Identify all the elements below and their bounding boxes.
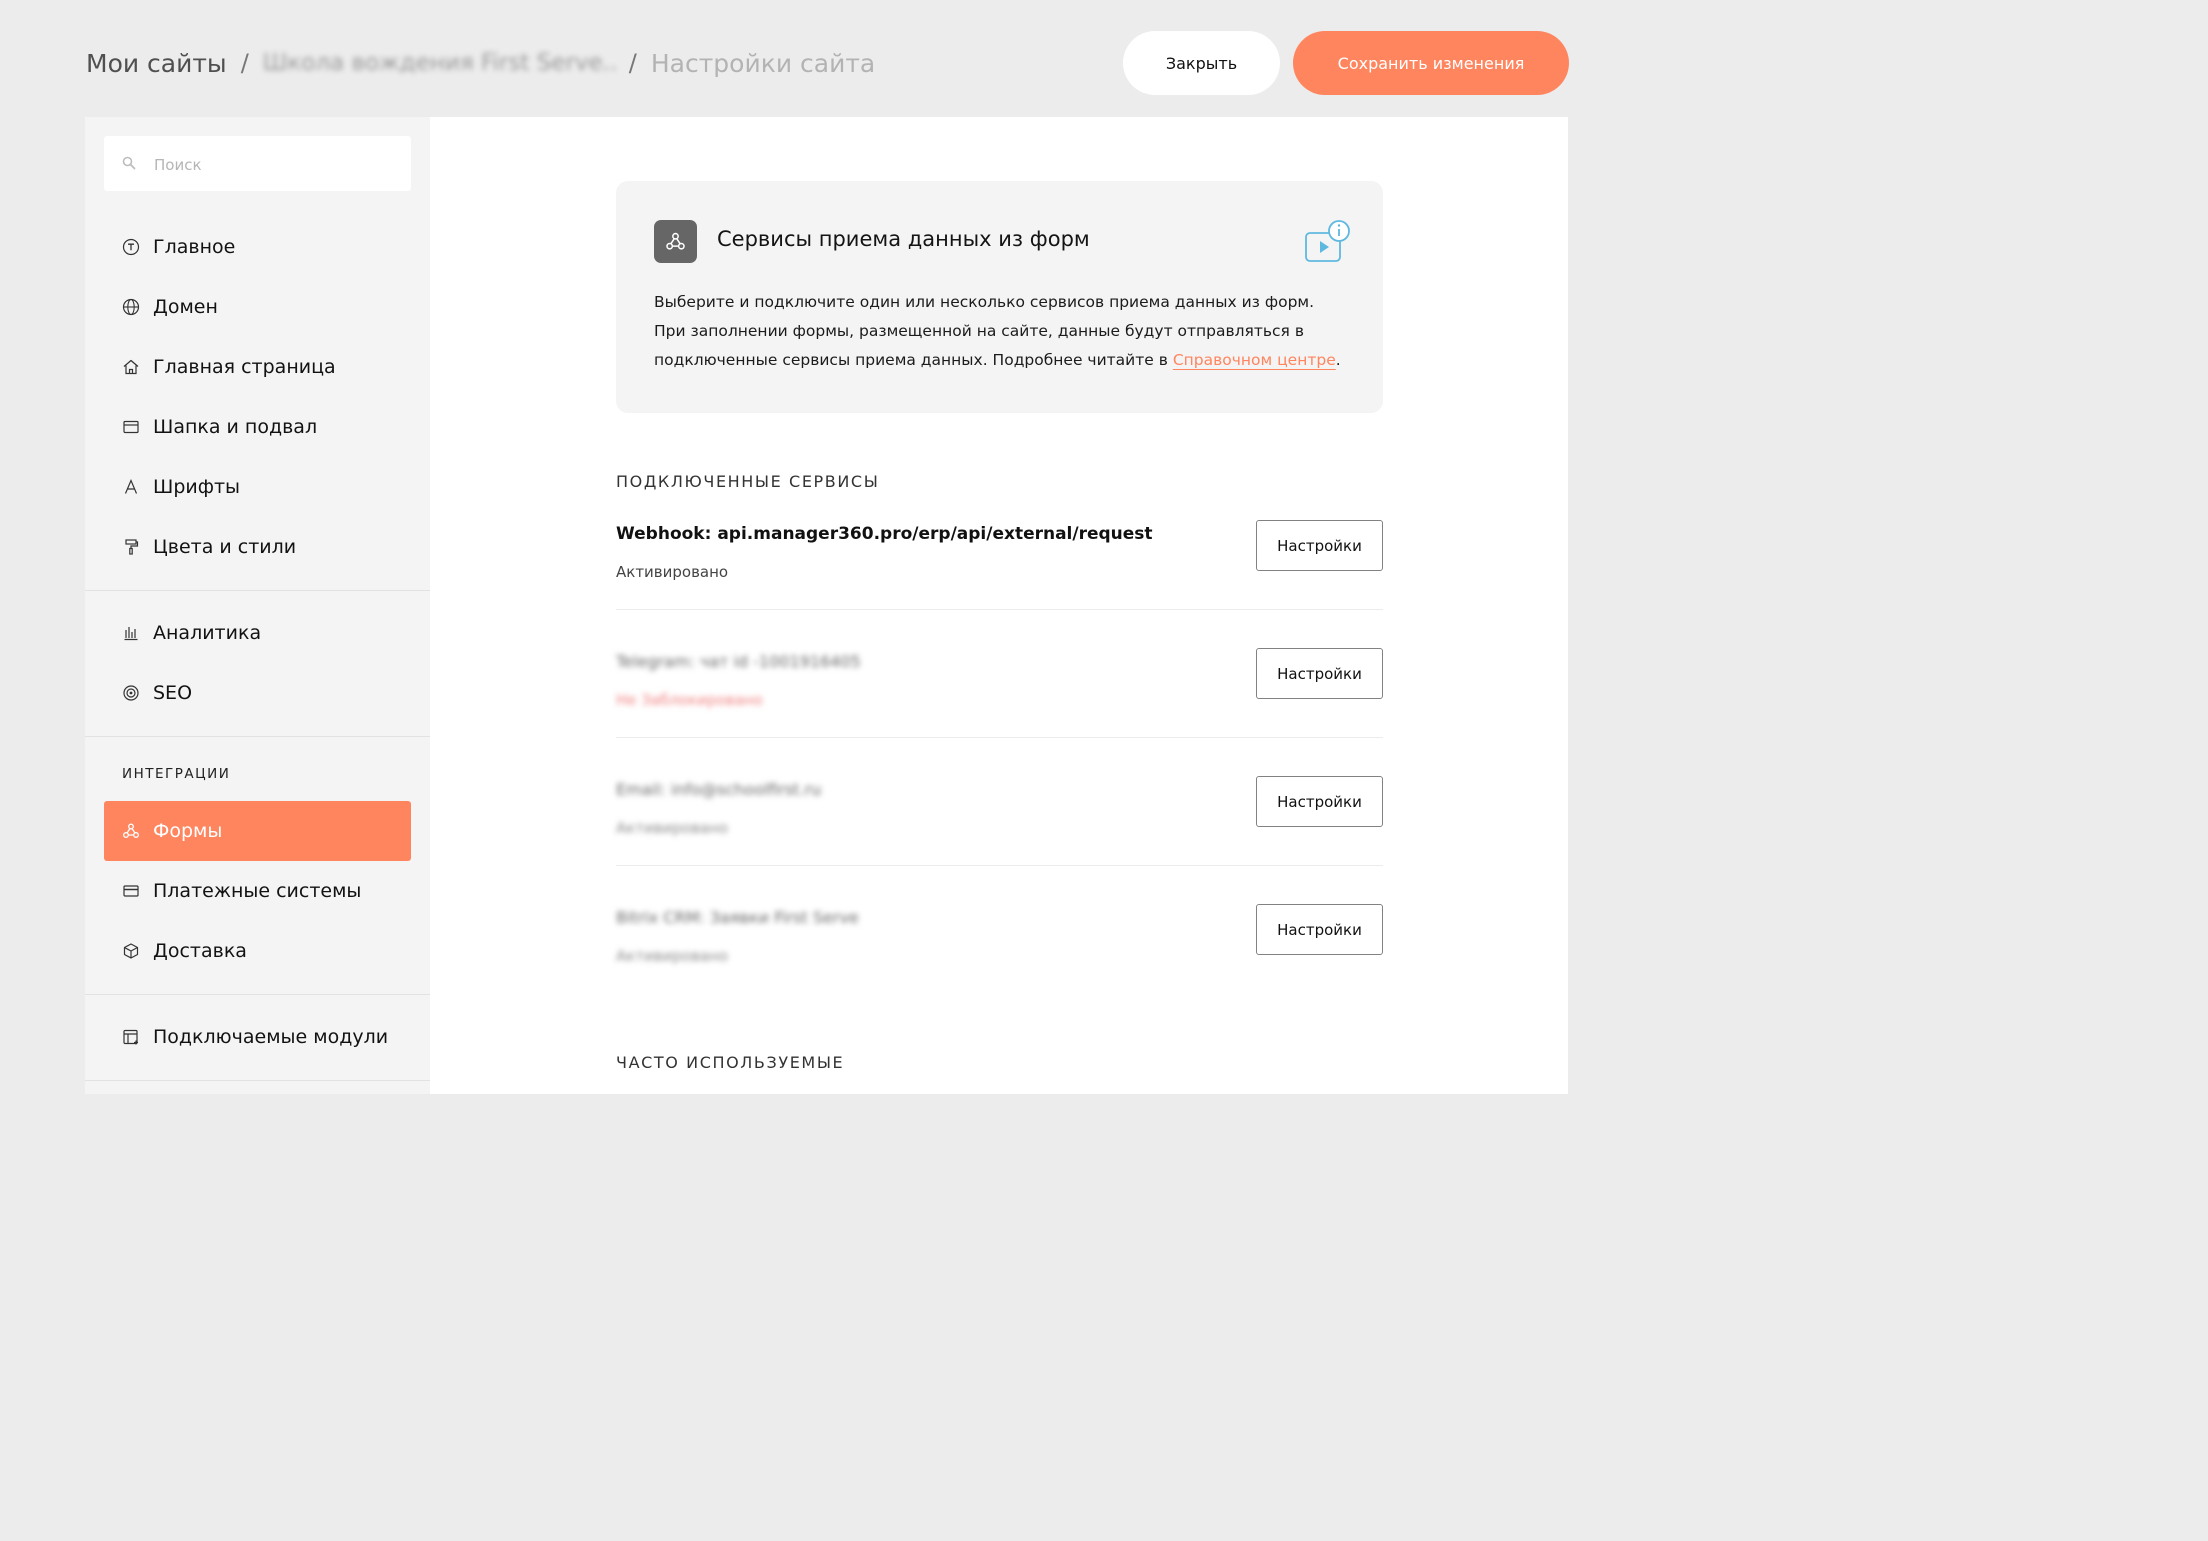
sidebar-item-label: Шапка и подвал: [153, 416, 318, 438]
sidebar-search: [104, 136, 411, 193]
search-input[interactable]: [152, 136, 406, 193]
description-end: .: [1335, 351, 1341, 369]
service-status: Не Заблокировано: [616, 691, 763, 709]
globe-icon: [122, 298, 140, 316]
sidebar-divider: [85, 1080, 430, 1081]
integrations-section-label: ИНТЕГРАЦИИ: [122, 766, 231, 782]
connected-services-heading: ПОДКЛЮЧЕННЫЕ СЕРВИСЫ: [616, 472, 880, 491]
service-settings-button[interactable]: Настройки: [1256, 904, 1383, 955]
breadcrumb-current-page: Настройки сайта: [650, 48, 876, 78]
sidebar-item-label: Формы: [153, 820, 223, 842]
service-status: Активировано: [616, 563, 729, 581]
card-description: Выберите и подключите один или несколько…: [654, 288, 1346, 375]
forms-settings-panel: Сервисы приема данных из форм Выберите и…: [430, 117, 1568, 1094]
sidebar-item-payment-systems[interactable]: Платежные системы: [104, 861, 411, 921]
sidebar-item-label: Доставка: [153, 940, 247, 962]
sidebar-item-delivery[interactable]: Доставка: [104, 921, 411, 981]
sidebar-item-domain[interactable]: Домен: [104, 277, 411, 337]
sidebar-item-main[interactable]: Главное: [104, 217, 411, 277]
header-footer-icon: [123, 420, 139, 434]
frequently-used-heading: ЧАСТО ИСПОЛЬЗУЕМЫЕ: [616, 1053, 845, 1072]
service-title: Bitrix CRM: Заявки First Serve: [616, 908, 859, 927]
service-title: Telegram: чат id -1001916405: [616, 652, 861, 671]
service-row-telegram: Telegram: чат id -1001916405 Не Заблокир…: [616, 648, 1383, 777]
sidebar-item-forms[interactable]: Формы: [104, 801, 411, 861]
forms-badge: [654, 220, 697, 263]
sidebar-item-label: Аналитика: [153, 622, 262, 644]
credit-card-icon: [123, 885, 139, 897]
plugin-icon: [123, 1029, 138, 1045]
package-icon: [123, 943, 139, 959]
paint-roller-icon: [125, 539, 139, 555]
row-divider: [616, 865, 1383, 866]
close-button[interactable]: Закрыть: [1123, 31, 1280, 95]
service-row-webhook: Webhook: api.manager360.pro/erp/api/exte…: [616, 520, 1383, 649]
sidebar-item-plugins[interactable]: Подключаемые модули: [104, 1007, 411, 1067]
sidebar-item-label: Главная страница: [153, 356, 336, 378]
main-settings-icon: [122, 238, 140, 256]
save-changes-button[interactable]: Сохранить изменения: [1293, 31, 1569, 95]
bar-chart-icon: [124, 627, 138, 641]
service-settings-button[interactable]: Настройки: [1256, 776, 1383, 827]
search-icon: [122, 156, 136, 170]
webhook-icon: [123, 823, 139, 838]
help-center-link[interactable]: Справочном центре: [1173, 351, 1336, 369]
sidebar-item-label: SEO: [153, 682, 193, 704]
breadcrumb: Мои сайты / Школа вождения First Serve..…: [86, 46, 875, 80]
sidebar-item-label: Подключаемые модули: [153, 1026, 389, 1048]
webhook-icon: [666, 232, 685, 250]
sidebar-item-label: Шрифты: [153, 476, 241, 498]
breadcrumb-my-sites[interactable]: Мои сайты: [86, 49, 227, 78]
service-title: Email: info@schoolfirst.ru: [616, 780, 822, 799]
sidebar-item-analytics[interactable]: Аналитика: [104, 603, 411, 663]
sidebar-divider: [85, 590, 430, 591]
service-settings-button[interactable]: Настройки: [1256, 648, 1383, 699]
breadcrumb-separator: /: [628, 49, 637, 77]
service-row-email: Email: info@schoolfirst.ru Активировано …: [616, 776, 1383, 905]
sidebar-item-seo[interactable]: SEO: [104, 663, 411, 723]
sidebar-divider: [85, 736, 430, 737]
sidebar-item-header-footer[interactable]: Шапка и подвал: [104, 397, 411, 457]
sidebar-divider: [85, 994, 430, 995]
breadcrumb-separator: /: [240, 49, 249, 77]
home-icon: [123, 359, 139, 375]
service-status: Активировано: [616, 947, 729, 965]
settings-sidebar: Главное Домен Главная страница Шапка и п…: [85, 117, 430, 1094]
row-divider: [616, 609, 1383, 610]
sidebar-item-label: Домен: [153, 296, 218, 318]
service-row-crm: Bitrix CRM: Заявки First Serve Активиров…: [616, 904, 1383, 1033]
target-icon: [123, 685, 139, 701]
font-icon: [124, 478, 138, 494]
video-info-icon[interactable]: [1304, 219, 1352, 265]
service-settings-button[interactable]: Настройки: [1256, 520, 1383, 571]
card-title: Сервисы приема данных из форм: [717, 227, 1090, 251]
service-status: Активировано: [616, 819, 729, 837]
sidebar-item-label: Главное: [153, 236, 236, 258]
sidebar-item-label: Платежные системы: [153, 880, 362, 902]
row-divider: [616, 737, 1383, 738]
sidebar-item-colors[interactable]: Цвета и стили: [104, 517, 411, 577]
service-title: Webhook: api.manager360.pro/erp/api/exte…: [616, 524, 1153, 544]
forms-info-card: Сервисы приема данных из форм Выберите и…: [616, 181, 1383, 413]
breadcrumb-site-name[interactable]: Школа вождения First Serve...: [263, 50, 615, 76]
sidebar-item-homepage[interactable]: Главная страница: [104, 337, 411, 397]
sidebar-item-fonts[interactable]: Шрифты: [104, 457, 411, 517]
sidebar-item-label: Цвета и стили: [153, 536, 297, 558]
